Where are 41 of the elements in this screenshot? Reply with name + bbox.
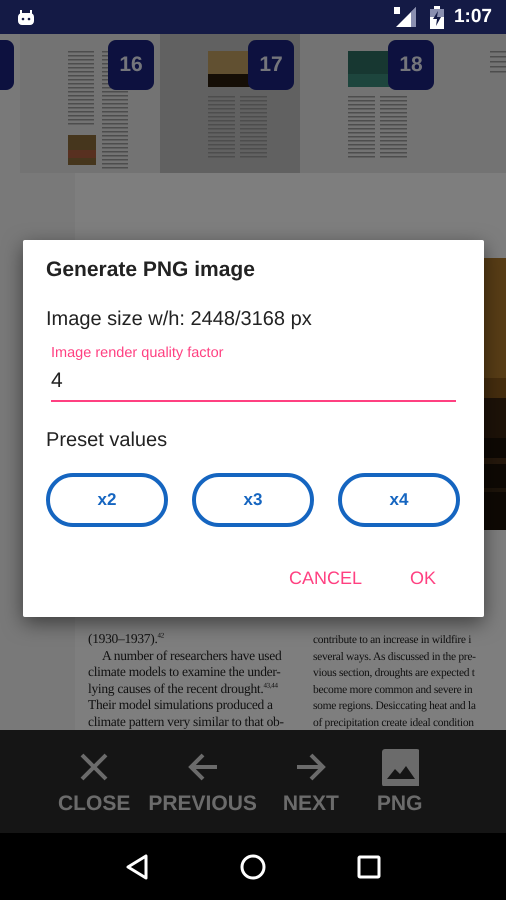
- preset-button[interactable]: x4: [338, 473, 460, 527]
- cancel-button[interactable]: CANCEL: [280, 560, 370, 596]
- dialog-title: Generate PNG image: [46, 257, 256, 283]
- android-icon: [17, 8, 35, 26]
- lte-signal-icon: [394, 5, 418, 29]
- document-text-line: lying causes of the recent drought.$^{43,44}$: [88, 680, 279, 697]
- image-icon: [380, 748, 419, 786]
- close-button[interactable]: CLOSE: [58, 730, 130, 816]
- home-icon[interactable]: [240, 854, 266, 880]
- page-thumbnail[interactable]: 17: [160, 34, 300, 173]
- preset-button[interactable]: x3: [192, 473, 314, 527]
- page-thumbnail[interactable]: 18: [300, 34, 440, 173]
- quality-input-field[interactable]: 4: [51, 364, 456, 402]
- document-text-line: Their model simulations produced a: [88, 697, 274, 714]
- page-thumbnail[interactable]: 16: [20, 34, 160, 173]
- page-number-badge[interactable]: 18: [388, 40, 434, 90]
- document-text-line: climate pattern very similar to that ob-: [88, 714, 285, 730]
- document-text-line: A number of researchers have used: [101, 648, 282, 664]
- previous-button[interactable]: PREVIOUS: [148, 730, 257, 816]
- document-text-line: of precipitation create ideal condition: [313, 716, 475, 730]
- next-button[interactable]: NEXT: [282, 730, 339, 816]
- battery-charging-icon: [430, 6, 444, 28]
- recents-icon[interactable]: [356, 854, 381, 878]
- ok-button[interactable]: OK: [402, 560, 444, 596]
- image-button[interactable]: PNG: [376, 730, 422, 816]
- document-text-line: several ways. As discussed in the pre-: [313, 650, 477, 664]
- document-text-line: (1930–1937).$^{42}$: [88, 631, 165, 648]
- preset-button[interactable]: x2: [46, 473, 168, 527]
- field-label: Image render quality factor: [51, 344, 224, 362]
- clock-time: 1:07: [454, 6, 492, 28]
- back-icon[interactable]: [125, 854, 150, 880]
- document-text-line: climate models to examine the under-: [88, 664, 282, 680]
- page-number-badge[interactable]: 17: [248, 40, 294, 90]
- document-text-line: become more common and severe in: [313, 682, 474, 698]
- page-number-badge[interactable]: 16: [108, 40, 154, 90]
- document-text-line: some regions. Desiccating heat and la: [313, 699, 477, 714]
- document-text-line: contribute to an increase in wildfire i: [313, 633, 472, 648]
- preset-values-label: Preset values: [46, 428, 168, 453]
- image-size-text: Image size w/h: 2448/3168 px: [46, 307, 313, 332]
- page-preview-drawing: [490, 51, 506, 73]
- document-text-line: vious section, droughts are expected t: [313, 666, 476, 681]
